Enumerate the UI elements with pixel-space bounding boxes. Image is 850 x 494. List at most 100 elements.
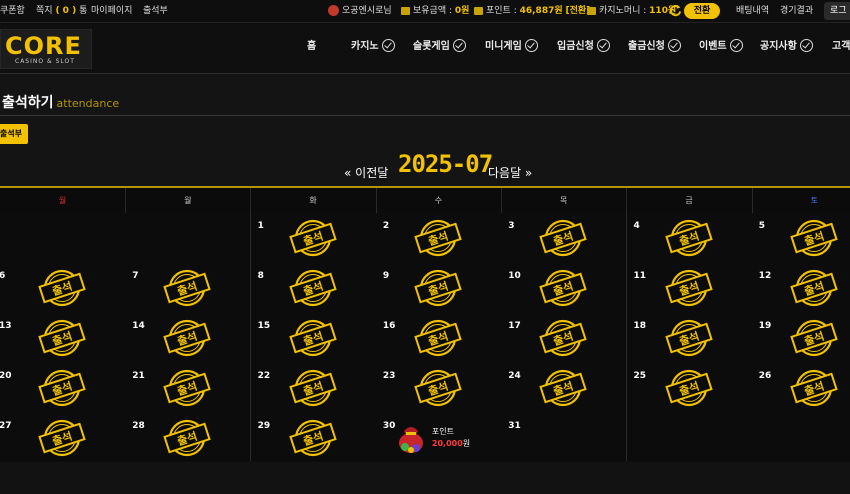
nav-slot-label: 슬롯게임 xyxy=(413,41,450,52)
nav-notice-label: 공지사항 xyxy=(760,41,797,52)
reward-info: 포인트 20,000원 xyxy=(432,426,470,450)
reward-label: 포인트 xyxy=(431,427,454,436)
attendance-stamp-icon: 출석 xyxy=(790,319,838,357)
bet-history-link[interactable]: 배팅내역 xyxy=(736,0,769,22)
reward-bag-icon xyxy=(398,427,423,453)
prev-month-link[interactable]: « 이전달 xyxy=(344,164,388,181)
casino-money-label: 카지노머니 : xyxy=(599,6,647,16)
coupon-link[interactable]: 쿠폰함 xyxy=(0,0,25,22)
calendar-day-cell: 9 출석 xyxy=(375,263,502,313)
calendar-empty-cell xyxy=(626,413,753,463)
calendar-day-cell: 25 출석 xyxy=(626,363,753,413)
convert-button[interactable]: 전환 xyxy=(684,3,720,19)
nav-home[interactable]: 홈 xyxy=(307,23,316,73)
calendar-day-cell: 5 출석 xyxy=(751,213,850,263)
nav-support[interactable]: 고객 xyxy=(832,23,850,73)
calendar-day-cell: 26 출석 xyxy=(751,363,850,413)
day-number: 29 xyxy=(257,421,271,431)
day-number: 25 xyxy=(633,371,647,381)
attendance-stamp-icon: 출석 xyxy=(539,269,587,307)
calendar-day-cell: 4 출석 xyxy=(626,213,753,263)
nav-casino-label: 카지노 xyxy=(351,41,379,52)
reward-amount: 20,000 xyxy=(431,439,463,448)
calendar-day-cell: 12 출석 xyxy=(751,263,850,313)
nav-event[interactable]: 이벤트 xyxy=(699,23,743,73)
nav-withdraw[interactable]: 출금신청 xyxy=(628,23,681,73)
day-number: 22 xyxy=(257,371,271,381)
nav-event-label: 이벤트 xyxy=(699,41,727,52)
site-logo[interactable]: CORE CASINO & SLOT xyxy=(0,29,92,69)
calendar-day-cell: 6 출석 xyxy=(0,263,126,313)
attendance-stamp-icon: 출석 xyxy=(163,369,212,407)
nav-slot[interactable]: 슬롯게임 xyxy=(413,23,466,73)
attendance-tab[interactable]: 출석부 xyxy=(0,124,28,144)
attendance-stamp-icon: 출석 xyxy=(790,269,838,307)
calendar-day-cell: 20 출석 xyxy=(0,363,126,413)
attendance-stamp-icon: 출석 xyxy=(539,369,587,407)
attendance-stamp-icon: 출석 xyxy=(539,219,587,257)
messages-count: ( 0 ) xyxy=(55,6,77,16)
casino-money-info: 카지노머니 : 110원 xyxy=(587,0,676,22)
attendance-stamp-icon: 출석 xyxy=(288,269,337,307)
next-month-link[interactable]: 다음달 » xyxy=(488,164,532,181)
day-number: 16 xyxy=(382,321,396,331)
attendance-stamp-icon: 출석 xyxy=(288,319,337,357)
day-number: 24 xyxy=(508,371,521,381)
day-number: 10 xyxy=(508,271,521,281)
weekday-label: 토 xyxy=(752,188,850,213)
attendance-stamp-icon: 출석 xyxy=(414,219,462,257)
check-circle-icon xyxy=(729,38,743,52)
balance-info: 보유금액 : 0원 xyxy=(401,0,469,22)
refresh-icon[interactable] xyxy=(669,4,682,17)
day-number: 2 xyxy=(382,221,390,231)
current-month: 2025-07 xyxy=(398,150,493,178)
calendar-day-cell: 31 xyxy=(501,413,628,463)
nav-deposit[interactable]: 입금신청 xyxy=(557,23,610,73)
calendar-day-cell: 21 출석 xyxy=(125,363,252,413)
logo-text: CORE xyxy=(5,32,82,60)
day-number: 14 xyxy=(132,321,145,331)
calendar-day-cell: 1 출석 xyxy=(250,213,377,263)
attendance-stamp-icon: 출석 xyxy=(414,319,462,357)
calendar-day-cell: 3 출석 xyxy=(501,213,628,263)
nav-notice[interactable]: 공지사항 xyxy=(760,23,813,73)
attendance-link[interactable]: 출석부 xyxy=(143,0,168,22)
points-value: 46,887원 xyxy=(519,6,563,16)
game-results-link[interactable]: 경기결과 xyxy=(780,0,813,22)
calendar-day-cell: 28 출석 xyxy=(125,413,252,463)
day-number: 12 xyxy=(758,271,772,281)
day-number: 7 xyxy=(132,271,139,281)
attendance-stamp-icon: 출석 xyxy=(163,319,212,357)
footer-strip xyxy=(0,462,850,494)
attendance-stamp-icon: 출석 xyxy=(664,219,713,257)
check-circle-icon xyxy=(452,38,466,52)
calendar-week-row: 20 출석 21 출석 22 출석 23 출석 24 출석 25 출석 26 출석 xyxy=(0,363,850,414)
login-button[interactable]: 로그 xyxy=(824,2,850,20)
messages-link[interactable]: 쪽지 ( 0 ) 통 xyxy=(36,0,87,22)
user-info: 오공엔시로님 xyxy=(328,0,392,22)
check-circle-icon xyxy=(381,38,395,52)
balance-label: 보유금액 : xyxy=(413,6,453,16)
day-number: 20 xyxy=(0,371,12,381)
day-number: 27 xyxy=(0,421,12,431)
top-bar: 쿠폰함 쪽지 ( 0 ) 통 마이페이지 출석부 오공엔시로님 보유금액 : 0… xyxy=(0,0,850,23)
logo-subtext: CASINO & SLOT xyxy=(15,58,75,65)
day-number: 11 xyxy=(633,271,647,281)
nav-casino[interactable]: 카지노 xyxy=(351,23,395,73)
calendar-day-cell: 15 출석 xyxy=(250,313,377,363)
check-circle-icon xyxy=(799,38,813,52)
calendar-day-cell: 13 출석 xyxy=(0,313,126,363)
day-number: 31 xyxy=(508,421,521,431)
calendar-day-cell: 22 출석 xyxy=(250,363,377,413)
points-info: 포인트 : 46,887원 [전환] xyxy=(474,0,590,22)
nav-mini[interactable]: 미니게임 xyxy=(485,23,538,73)
nav-deposit-label: 입금신청 xyxy=(557,41,594,52)
day-number: 5 xyxy=(758,221,766,231)
day-number: 6 xyxy=(0,271,6,281)
check-circle-icon xyxy=(524,38,538,52)
attendance-stamp-icon: 출석 xyxy=(790,369,838,407)
calendar-day-cell: 27 출석 xyxy=(0,413,126,463)
mypage-link[interactable]: 마이페이지 xyxy=(91,0,132,22)
day-number: 4 xyxy=(633,221,640,231)
attendance-stamp-icon: 출석 xyxy=(790,219,838,257)
